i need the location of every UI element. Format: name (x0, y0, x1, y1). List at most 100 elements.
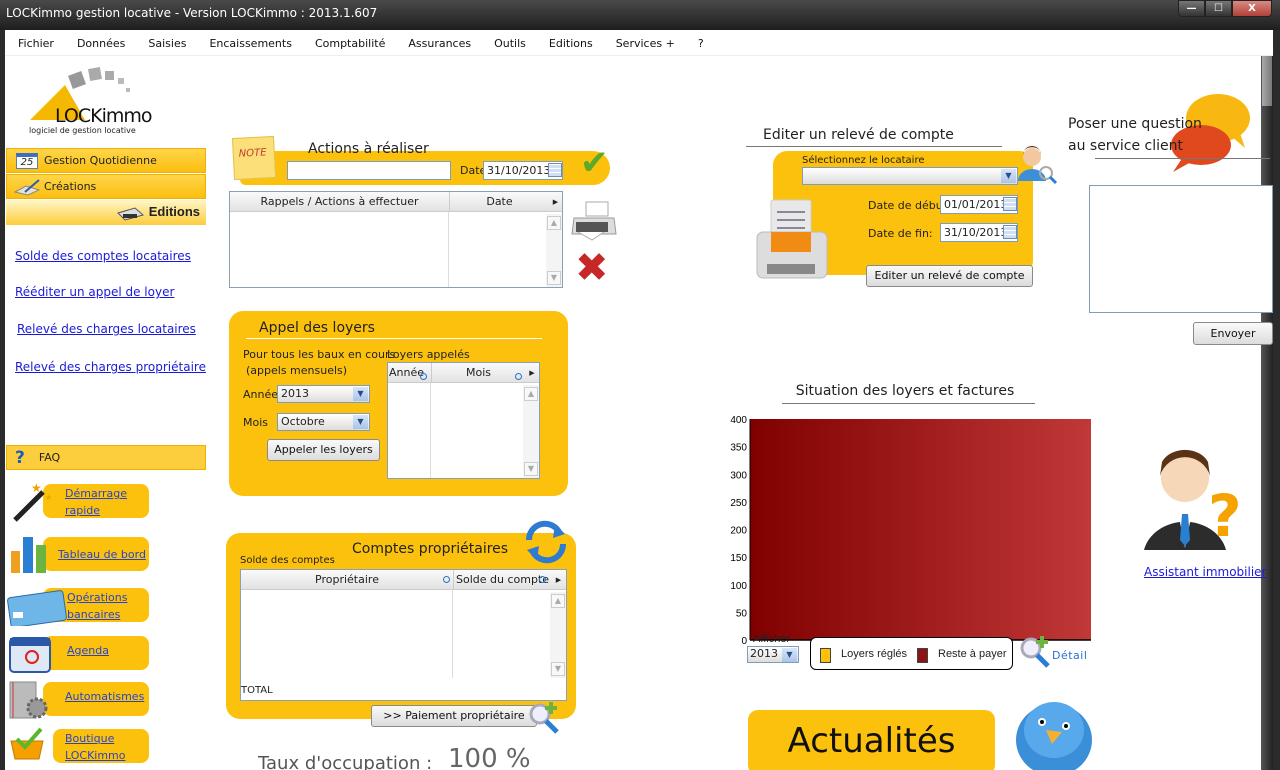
column-header-proprietaire[interactable]: Propriétaire (241, 570, 453, 590)
column-header-solde[interactable]: Solde du compte (453, 570, 551, 590)
refresh-icon[interactable] (523, 520, 569, 564)
assistant-avatar-icon[interactable]: ? (1140, 440, 1250, 560)
svg-text:★: ★ (31, 482, 42, 495)
scrollbar-thumb[interactable] (1262, 56, 1272, 106)
menu-outils[interactable]: Outils (494, 30, 537, 55)
quick-tableau-de-bord[interactable]: Tableau de bord (5, 535, 155, 573)
minimize-button[interactable]: — (1178, 0, 1205, 17)
quick-agenda[interactable]: Agenda (5, 634, 155, 674)
menu-donnees[interactable]: Données (77, 30, 136, 55)
menu-saisies[interactable]: Saisies (148, 30, 197, 55)
y-tick-label: 200 (730, 526, 747, 537)
sidebar-item-creations[interactable]: Créations (6, 174, 206, 199)
chevron-down-icon: ▼ (353, 415, 368, 429)
twitter-bird-icon[interactable] (1008, 690, 1100, 770)
appel-desc-1: Pour tous les baux en cours (243, 348, 396, 361)
legend-swatch-due (917, 648, 928, 663)
editer-releve-button[interactable]: Editer un relevé de compte (866, 265, 1033, 287)
column-header-rappels[interactable]: Rappels / Actions à effectuer (230, 192, 449, 212)
search-icon[interactable] (515, 373, 522, 380)
menu-fichier[interactable]: Fichier (18, 30, 65, 55)
column-scroll-right[interactable]: ▶ (551, 570, 566, 590)
appel-desc-2: (appels mensuels) (246, 364, 348, 377)
sidebar-item-label: FAQ (38, 451, 61, 464)
link-releve-charges-locataires[interactable]: Relevé des charges locataires (17, 322, 196, 336)
quick-label: Agenda (67, 644, 109, 657)
search-add-icon[interactable] (1018, 634, 1052, 668)
date-debut-label: Date de début (868, 199, 948, 212)
maximize-button[interactable]: ☐ (1205, 0, 1232, 17)
appeler-loyers-button[interactable]: Appeler les loyers (267, 439, 380, 461)
quick-demarrage-rapide[interactable]: ★ ★ Démarrage rapide (5, 481, 155, 522)
sidebar-item-editions[interactable]: Editions (6, 200, 206, 225)
column-scroll-right[interactable]: ▶ (549, 192, 562, 212)
grid-scrollbar[interactable]: ▲ ▼ (523, 385, 539, 478)
link-reediter-appel-loyer[interactable]: Rééditer un appel de loyer (15, 285, 174, 299)
logo-tagline: logiciel de gestion locative (29, 126, 136, 135)
menu-comptabilite[interactable]: Comptabilité (315, 30, 396, 55)
paiement-proprietaire-button[interactable]: >> Paiement propriétaire (371, 705, 537, 727)
quick-boutique[interactable]: Boutique LOCKimmo (5, 727, 155, 765)
quick-automatismes[interactable]: Automatismes (5, 680, 155, 719)
menu-assurances[interactable]: Assurances (408, 30, 482, 55)
column-scroll-right[interactable]: ▶ (525, 363, 539, 383)
calendar-picker-icon[interactable] (548, 163, 562, 177)
assistant-immobilier-link[interactable]: Assistant immobilier (1144, 565, 1266, 579)
delete-x-icon[interactable]: ✖ (575, 248, 609, 288)
note-icon: NOTE (231, 135, 277, 181)
loyers-appeles-grid: Année Mois ▶ ▲ ▼ (387, 362, 540, 479)
question-title: Poser une question au service client (1068, 116, 1202, 154)
search-icon[interactable] (420, 373, 427, 380)
calendar-icon (7, 634, 53, 674)
annee-select[interactable]: 2013 ▼ (277, 385, 370, 403)
year-select[interactable]: 2013 ▼ (747, 646, 799, 663)
window-scrollbar[interactable] (1261, 56, 1273, 770)
sidebar-item-label: Créations (44, 180, 97, 193)
actualites-button[interactable]: Actualités (748, 710, 995, 770)
action-text-input[interactable] (287, 161, 451, 180)
calendar-25-icon: 25 (13, 152, 41, 170)
detail-link[interactable]: Détail (1052, 649, 1087, 662)
legend-label-due: Reste à payer (938, 648, 1007, 660)
search-icon[interactable] (443, 576, 450, 583)
search-icon[interactable] (539, 576, 546, 583)
actions-title: Actions à réaliser (308, 141, 429, 157)
logo-name: LOCKimmo (55, 105, 153, 127)
window-titlebar: LOCKimmo gestion locative - Version LOCK… (0, 0, 1280, 30)
quick-label: Opérations bancaires (67, 591, 128, 621)
question-mark-icon: ? (15, 447, 25, 468)
question-textarea[interactable] (1089, 185, 1273, 313)
menu-encaissements[interactable]: Encaissements (209, 30, 303, 55)
bar-reste-payer (750, 419, 1091, 640)
legend-swatch-paid (820, 648, 831, 663)
window-controls: — ☐ X (1178, 0, 1272, 17)
validate-check-icon[interactable]: ✔ (580, 143, 609, 183)
chevron-down-icon: ▼ (353, 387, 368, 401)
locataire-select[interactable]: ▼ (802, 167, 1018, 185)
user-search-icon[interactable] (1018, 143, 1058, 187)
calendar-picker-icon[interactable] (1003, 225, 1017, 239)
sidebar-item-faq[interactable]: ? FAQ (6, 445, 206, 470)
mois-select[interactable]: Octobre ▼ (277, 413, 370, 431)
sidebar-item-gestion-quotidienne[interactable]: 25 Gestion Quotidienne (6, 148, 206, 173)
column-header-mois[interactable]: Mois (431, 363, 525, 383)
releve-title: Editer un relevé de compte (763, 127, 954, 143)
envoyer-button[interactable]: Envoyer (1193, 322, 1273, 345)
close-button[interactable]: X (1232, 0, 1272, 17)
link-solde-comptes-locataires[interactable]: Solde des comptes locataires (15, 249, 191, 263)
book-pen-icon (13, 178, 41, 196)
grid-scrollbar[interactable]: ▲ ▼ (550, 592, 566, 678)
menu-bar: Fichier Données Saisies Encaissements Co… (5, 30, 1273, 56)
search-add-icon[interactable] (527, 700, 561, 734)
column-header-date[interactable]: Date (449, 192, 549, 212)
calendar-picker-icon[interactable] (1003, 197, 1017, 211)
chart-legend: Loyers réglés Reste à payer (810, 637, 1013, 670)
app-client-area: Fichier Données Saisies Encaissements Co… (5, 30, 1273, 770)
grid-scrollbar[interactable]: ▲ ▼ (546, 214, 562, 287)
menu-services[interactable]: Services + (616, 30, 686, 55)
print-icon[interactable] (570, 200, 620, 244)
menu-help[interactable]: ? (698, 30, 715, 55)
link-releve-charges-proprietaire[interactable]: Relevé des charges propriétaire (15, 360, 206, 374)
quick-operations-bancaires[interactable]: Opérations bancaires (5, 586, 155, 628)
menu-editions[interactable]: Editions (549, 30, 604, 55)
